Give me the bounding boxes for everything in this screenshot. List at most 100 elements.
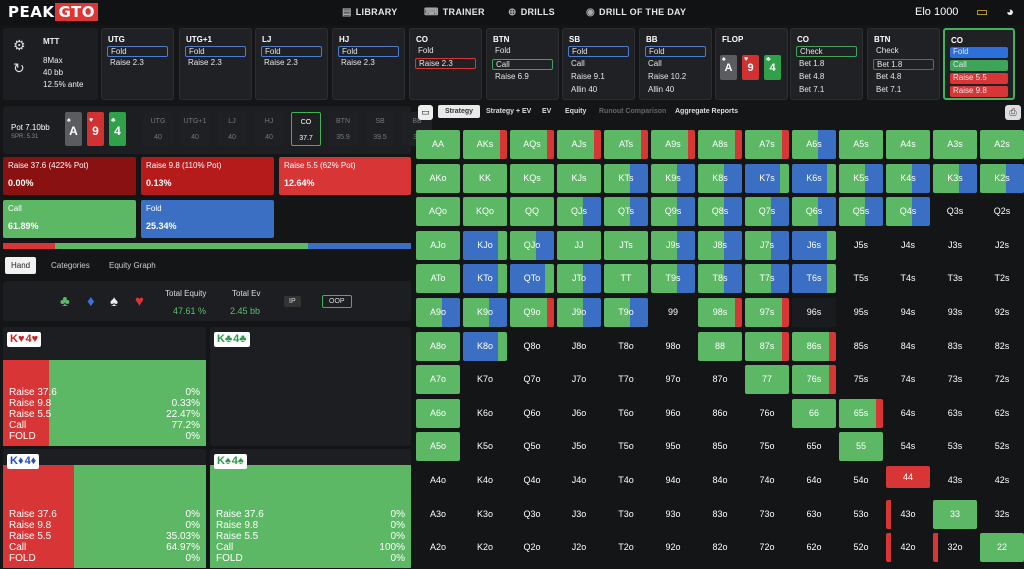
matrix-cell[interactable]: J7o <box>557 365 601 394</box>
matrix-cell[interactable]: AJo <box>416 230 460 260</box>
account-icon[interactable]: ◕ <box>1002 4 1018 20</box>
matrix-cell[interactable]: A7o <box>416 365 460 395</box>
matrix-cell[interactable]: 54o <box>839 466 883 495</box>
matrix-cell[interactable]: JJ <box>557 230 601 260</box>
matrix-cell[interactable]: 63o <box>792 500 836 529</box>
position-card-co[interactable]: CO Check Bet 1.8 Bet 4.8 Bet 7.1 <box>790 28 863 100</box>
matrix-cell[interactable]: J9o <box>557 298 601 327</box>
tab-runout-comparison[interactable]: Runout Comparison <box>599 108 666 115</box>
matrix-cell[interactable]: AKs <box>463 130 507 159</box>
matrix-cell[interactable]: J6s <box>792 230 836 260</box>
action-option[interactable]: Bet 4.8 <box>873 72 934 83</box>
matrix-cell[interactable]: T9o <box>604 298 648 327</box>
matrix-cell[interactable]: ATo <box>416 264 460 294</box>
layout-icon[interactable]: ▭ <box>418 105 433 120</box>
matrix-cell[interactable]: 85s <box>839 332 883 361</box>
matrix-cell[interactable]: J4o <box>557 466 601 495</box>
matrix-cell[interactable]: 92s <box>980 298 1024 327</box>
action-option[interactable]: Fold <box>185 46 246 57</box>
matrix-cell[interactable]: 53s <box>933 432 977 461</box>
matrix-cell[interactable]: T6o <box>604 399 648 428</box>
action-option[interactable]: Raise 10.2 <box>645 72 706 83</box>
matrix-cell[interactable]: A8o <box>416 331 460 361</box>
position-card-utg[interactable]: UTG Fold Raise 2.3 <box>101 28 174 100</box>
matrix-cell[interactable]: Q8s <box>698 197 742 227</box>
matrix-cell[interactable]: 52s <box>980 432 1024 461</box>
matrix-cell[interactable]: AA <box>416 130 460 159</box>
matrix-cell[interactable]: 99 <box>651 298 695 327</box>
matrix-cell[interactable]: T5o <box>604 432 648 461</box>
position-card-bb[interactable]: BB Fold Call Raise 10.2 Allin 40 <box>639 28 712 100</box>
matrix-cell[interactable]: J7s <box>745 230 789 260</box>
matrix-cell[interactable]: 92o <box>651 533 695 562</box>
action-option[interactable]: Fold <box>645 46 706 57</box>
action-option[interactable]: Bet 4.8 <box>796 72 857 83</box>
matrix-cell[interactable]: QQ <box>510 197 554 227</box>
action-option[interactable]: Bet 1.8 <box>796 59 857 70</box>
matrix-cell[interactable]: 93s <box>933 298 977 327</box>
position-card-btn[interactable]: BTN Check Bet 1.8 Bet 4.8 Bet 7.1 <box>867 28 940 100</box>
matrix-cell[interactable]: 97s <box>745 298 789 327</box>
matrix-cell[interactable]: K8s <box>698 163 742 193</box>
diamond-icon[interactable]: ♦ <box>87 293 95 310</box>
matrix-cell[interactable]: 84s <box>886 332 930 361</box>
hand-combo-0[interactable]: K♥4♥ Raise 37.6 0% Raise 9.8 0.33% Raise 5.5 2… <box>3 327 206 446</box>
matrix-cell[interactable]: A6o <box>416 398 460 428</box>
hand-combo-3[interactable]: K♠4♠ Raise 37.6 0% Raise 9.8 0% Raise 5.5 0% Ca… <box>210 449 411 568</box>
nav-library[interactable]: ▤ LIBRARY <box>342 7 398 18</box>
matrix-cell[interactable]: K6s <box>792 163 836 193</box>
matrix-cell[interactable]: J3o <box>557 500 601 529</box>
matrix-cell[interactable]: K3o <box>463 500 507 529</box>
matrix-cell[interactable]: K7s <box>745 163 789 193</box>
matrix-cell[interactable]: J6o <box>557 399 601 428</box>
matrix-cell[interactable]: QTs <box>604 197 648 227</box>
matrix-cell[interactable]: Q2s <box>980 197 1024 226</box>
action-option[interactable]: Check <box>873 46 934 57</box>
matrix-cell[interactable]: K5s <box>839 163 883 193</box>
matrix-cell[interactable]: Q4o <box>510 466 554 495</box>
matrix-cell[interactable]: T2s <box>980 264 1024 293</box>
matrix-cell[interactable]: QTo <box>510 264 554 294</box>
matrix-cell[interactable]: A3s <box>933 130 977 159</box>
matrix-cell[interactable]: 73s <box>933 365 977 394</box>
response-4[interactable]: Fold 25.34% <box>141 200 274 238</box>
hand-combo-1[interactable]: K♣4♣ <box>210 327 411 446</box>
chat-icon[interactable]: ▭ <box>974 4 990 20</box>
matrix-cell[interactable]: KJo <box>463 230 507 260</box>
matrix-cell[interactable]: 66 <box>792 398 836 428</box>
matrix-cell[interactable]: 32o <box>933 533 977 563</box>
seat-btn[interactable]: BTN 35.9 <box>328 112 358 146</box>
matrix-cell[interactable]: J5o <box>557 432 601 461</box>
action-option[interactable]: Fold <box>568 46 629 57</box>
nav-trainer[interactable]: ⌨ TRAINER <box>424 7 485 18</box>
action-option[interactable]: Fold <box>261 46 322 57</box>
matrix-cell[interactable]: K4s <box>886 163 930 193</box>
matrix-cell[interactable]: T7o <box>604 365 648 394</box>
matrix-cell[interactable]: 55 <box>839 432 883 462</box>
action-option[interactable]: Raise 2.3 <box>261 58 322 69</box>
matrix-cell[interactable]: J9s <box>651 230 695 260</box>
brand-logo[interactable]: PEAK GTO <box>8 3 99 21</box>
matrix-cell[interactable]: K7o <box>463 365 507 394</box>
matrix-cell[interactable]: KQs <box>510 163 554 193</box>
matrix-cell[interactable]: 97o <box>651 365 695 394</box>
response-0[interactable]: Raise 37.6 (422% Pot) 0.00% <box>3 157 136 195</box>
matrix-cell[interactable]: AQs <box>510 130 554 159</box>
response-3[interactable]: Call 61.89% <box>3 200 136 238</box>
action-option[interactable]: Fold <box>107 46 168 57</box>
spade-icon[interactable]: ♠ <box>110 293 118 310</box>
matrix-cell[interactable]: 65s <box>839 398 883 428</box>
matrix-cell[interactable]: A5o <box>416 432 460 462</box>
matrix-cell[interactable]: 94s <box>886 298 930 327</box>
seat-sb[interactable]: SB 39.5 <box>365 112 395 146</box>
position-card-sb[interactable]: SB Fold Call Raise 9.1 Allin 40 <box>562 28 635 100</box>
position-card-flop[interactable]: FLOP ♠ A ♥ 9 ♣ 4 <box>715 28 788 100</box>
matrix-cell[interactable]: 87o <box>698 365 742 394</box>
matrix-cell[interactable]: JTs <box>604 230 648 260</box>
matrix-cell[interactable]: J8o <box>557 332 601 361</box>
matrix-cell[interactable]: 88 <box>698 331 742 361</box>
matrix-cell[interactable]: K9s <box>651 163 695 193</box>
matrix-cell[interactable]: QJs <box>557 197 601 227</box>
tab-equity-graph[interactable]: Equity Graph <box>103 257 162 274</box>
tab-categories[interactable]: Categories <box>45 257 96 274</box>
